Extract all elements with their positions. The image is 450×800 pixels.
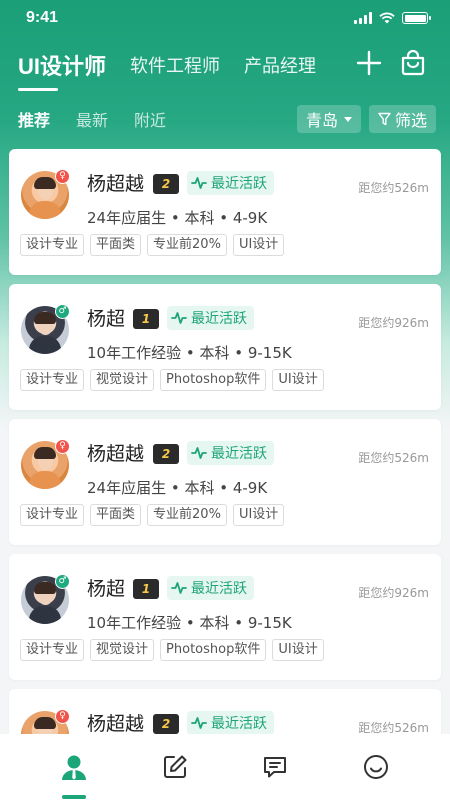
skill-tag: Photoshop软件 xyxy=(160,639,267,661)
wifi-icon xyxy=(379,12,395,24)
male-icon: ♂ xyxy=(55,574,70,589)
skill-tag: 设计专业 xyxy=(20,639,85,661)
candidate-info: 10年工作经验 • 本科 • 9-15K xyxy=(87,614,292,632)
tab-software-engineer[interactable]: 软件工程师 xyxy=(130,52,220,78)
pulse-icon xyxy=(191,447,207,459)
status-bar: 9:41 xyxy=(0,0,450,36)
candidate-card[interactable]: ♂ 杨超 1 最近活跃 距您约926m 10年工作经验 • 本科 • 9-15K… xyxy=(9,554,441,680)
tab-product-manager[interactable]: 产品经理 xyxy=(244,52,316,78)
skill-tag: 平面类 xyxy=(90,234,142,256)
candidate-info: 24年应届生 • 本科 • 4-9K xyxy=(87,479,268,497)
bag-icon[interactable] xyxy=(398,48,428,78)
tab-recommended[interactable]: 推荐 xyxy=(18,107,50,131)
active-status-tag: 最近活跃 xyxy=(187,441,274,465)
skill-tag: 设计专业 xyxy=(20,234,85,256)
distance: 距您约526m xyxy=(358,451,429,465)
candidate-info: 10年工作经验 • 本科 • 9-15K xyxy=(87,344,292,362)
female-icon: ♀ xyxy=(55,169,70,184)
filter-icon xyxy=(378,112,391,126)
edit-icon xyxy=(163,755,187,778)
active-status-tag: 最近活跃 xyxy=(167,576,254,600)
skill-tag: UI设计 xyxy=(232,504,285,526)
distance: 距您约526m xyxy=(358,181,429,195)
level-badge: 1 xyxy=(133,579,159,599)
skill-tag: 视觉设计 xyxy=(90,369,155,391)
level-value: 2 xyxy=(161,177,171,191)
skill-tags: 设计专业平面类专业前20%UI设计 xyxy=(20,504,290,526)
skill-tag: 设计专业 xyxy=(20,369,85,391)
female-icon: ♀ xyxy=(55,709,70,724)
chevron-down-icon xyxy=(343,116,352,122)
filter-label: 筛选 xyxy=(394,111,427,130)
candidate-card[interactable]: ♀ 杨超越 2 最近活跃 距您约526m 24年应届生 • 本科 • 4-9K … xyxy=(9,419,441,545)
candidate-name: 杨超 xyxy=(87,309,126,330)
skill-tags: 设计专业 视觉设计 Photoshop软件 UI设计 xyxy=(20,639,330,661)
level-badge: 2 xyxy=(153,174,179,194)
person-icon xyxy=(62,755,87,780)
pulse-icon xyxy=(191,177,207,189)
tab-ui-designer[interactable]: UI设计师 xyxy=(18,49,106,91)
pulse-icon xyxy=(171,312,187,324)
skill-tag: 设计专业 xyxy=(20,504,85,526)
skill-tag: 平面类 xyxy=(90,504,142,526)
tab-person[interactable] xyxy=(54,747,94,799)
active-label: 最近活跃 xyxy=(191,581,247,597)
message-icon xyxy=(264,757,287,778)
candidate-list: ♀ 杨超越 2 最近活跃 距您约526m 24年应届生 • 本科 • 4-9K … xyxy=(9,149,441,800)
tab-nearby[interactable]: 附近 xyxy=(134,107,166,131)
candidate-name: 杨超越 xyxy=(87,714,145,735)
distance: 距您约926m xyxy=(358,316,429,330)
level-badge: 2 xyxy=(153,444,179,464)
city-select[interactable]: 青岛 xyxy=(296,105,361,133)
status-icons xyxy=(354,12,431,24)
skill-tag: 视觉设计 xyxy=(90,639,155,661)
city-label: 青岛 xyxy=(305,111,338,130)
distance: 距您约926m xyxy=(358,586,429,600)
smile-icon xyxy=(363,755,388,779)
candidate-card[interactable]: ♀ 杨超越 2 最近活跃 距您约526m 24年应届生 • 本科 • 4-9K … xyxy=(9,149,441,275)
female-icon: ♀ xyxy=(55,439,70,454)
filter-button[interactable]: 筛选 xyxy=(368,105,436,133)
pulse-icon xyxy=(171,582,187,594)
active-status-tag: 最近活跃 xyxy=(167,306,254,330)
skill-tags: 设计专业 视觉设计 Photoshop软件 UI设计 xyxy=(20,369,330,391)
tab-latest[interactable]: 最新 xyxy=(76,107,108,131)
skill-tag: UI设计 xyxy=(232,234,285,256)
level-badge: 1 xyxy=(133,309,159,329)
battery-icon xyxy=(402,12,431,24)
tab-edit[interactable] xyxy=(155,747,195,787)
skill-tag: 专业前20% xyxy=(147,504,227,526)
skill-tag: Photoshop软件 xyxy=(160,369,267,391)
candidate-info: 24年应届生 • 本科 • 4-9K xyxy=(87,209,268,227)
job-tabs: UI设计师 软件工程师 产品经理 xyxy=(18,44,432,91)
tab-message[interactable] xyxy=(255,747,295,787)
level-value: 1 xyxy=(141,312,151,326)
active-label: 最近活跃 xyxy=(191,311,247,327)
status-time: 9:41 xyxy=(26,9,59,26)
tab-profile[interactable] xyxy=(356,747,396,787)
candidate-name: 杨超越 xyxy=(87,174,145,195)
active-label: 最近活跃 xyxy=(211,446,267,462)
level-value: 2 xyxy=(161,447,171,461)
male-icon: ♂ xyxy=(55,304,70,319)
pulse-icon xyxy=(191,717,207,729)
skill-tag: UI设计 xyxy=(272,369,324,391)
candidate-name: 杨超 xyxy=(87,579,126,600)
level-value: 2 xyxy=(161,717,171,731)
skill-tag: 专业前20% xyxy=(147,234,227,256)
bottom-tab-bar xyxy=(0,734,450,800)
candidate-card[interactable]: ♂ 杨超 1 最近活跃 距您约926m 10年工作经验 • 本科 • 9-15K… xyxy=(9,284,441,410)
signal-icon xyxy=(354,12,372,24)
level-value: 1 xyxy=(141,582,151,596)
active-status-tag: 最近活跃 xyxy=(187,711,274,735)
active-label: 最近活跃 xyxy=(211,176,267,192)
active-status-tag: 最近活跃 xyxy=(187,171,274,195)
active-label: 最近活跃 xyxy=(211,716,267,732)
level-badge: 2 xyxy=(153,714,179,734)
sub-bar: 推荐 最新 附近 青岛 筛选 xyxy=(18,104,436,134)
candidate-name: 杨超越 xyxy=(87,444,145,465)
plus-icon[interactable] xyxy=(354,48,384,78)
skill-tag: UI设计 xyxy=(272,639,324,661)
skill-tags: 设计专业平面类专业前20%UI设计 xyxy=(20,234,290,256)
